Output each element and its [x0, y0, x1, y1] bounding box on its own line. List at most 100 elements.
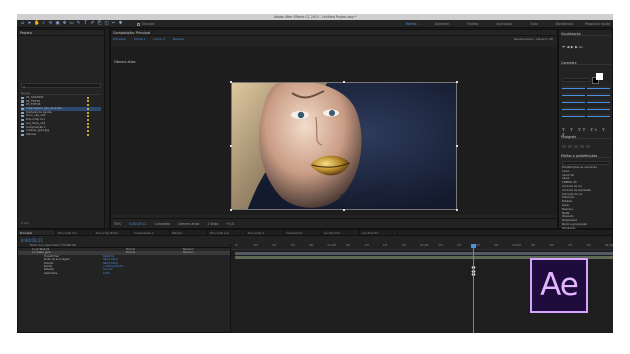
timeline-tab[interactable]: Camada 01 — [284, 230, 322, 235]
rotate-icon[interactable]: ⟲ — [48, 21, 53, 26]
viewer-control[interactable]: Câmera ativa — [178, 222, 199, 226]
baseline-row[interactable] — [562, 114, 610, 118]
align-center-icon[interactable] — [568, 145, 572, 148]
workspace-tab[interactable]: Bibliotecas — [556, 22, 573, 26]
current-time-display[interactable]: 0:00:03:11 — [21, 238, 43, 243]
workspace-tab[interactable]: Tudo — [530, 22, 537, 26]
timeline-tab[interactable]: Retrato — [170, 230, 208, 235]
hand-icon[interactable]: ✋ — [34, 21, 40, 26]
transform-handle-bl[interactable] — [230, 209, 232, 211]
timeline-tab[interactable]: Luz final 01 — [322, 230, 360, 235]
transform-handle-br[interactable] — [456, 209, 458, 211]
label-color-swatch[interactable] — [87, 107, 89, 110]
workspace-tab[interactable]: Animação — [496, 22, 512, 26]
viewer-control[interactable]: 50% — [114, 222, 121, 226]
puppet-icon[interactable]: ✱ — [118, 21, 123, 26]
brush-icon[interactable]: ✐ — [90, 21, 95, 26]
label-color-swatch[interactable] — [87, 133, 89, 136]
portrait-image[interactable] — [231, 82, 457, 210]
preview-control-icon[interactable]: ⏭ — [579, 45, 582, 49]
transform-handle-ml[interactable] — [230, 145, 232, 147]
comp-breadcrumb-item[interactable]: Comp 1 — [134, 37, 146, 41]
timeline-tab[interactable]: Pré-comp Luz — [208, 230, 246, 235]
property-row[interactable]: Opacidade 100% — [18, 272, 230, 275]
viewer-control[interactable]: 0:00:03:11 — [129, 222, 146, 226]
label-color-swatch[interactable] — [87, 122, 89, 125]
scale-row[interactable] — [562, 107, 610, 111]
label-color-swatch[interactable] — [87, 129, 89, 132]
timeline-tab[interactable]: Pré-comp Brilho — [94, 230, 132, 235]
tracking-row[interactable] — [562, 93, 610, 97]
fill-color-swatch[interactable] — [596, 73, 603, 80]
snap-checkbox[interactable] — [137, 22, 140, 26]
time-ruler[interactable]: 0f 05f 10f 15f 20f 01:00f 05f 10f 15f 20f 02:00f 05… — [231, 244, 613, 250]
transform-handle-mr[interactable] — [456, 145, 458, 147]
transform-handle-tr[interactable] — [456, 81, 458, 83]
home-icon[interactable]: ⌂ — [20, 21, 25, 26]
align-left-icon[interactable] — [562, 145, 566, 148]
preview-title[interactable]: Visualização — [561, 32, 611, 36]
zoom-icon[interactable]: ⌕ — [41, 21, 46, 26]
comp-breadcrumb-item[interactable]: Principal — [113, 37, 126, 41]
transform-handle-bm[interactable] — [343, 209, 345, 211]
rectangle-icon[interactable]: ▭ — [69, 21, 74, 26]
selection-icon[interactable]: ➤ — [27, 21, 32, 26]
project-item[interactable]: Sólidos — [21, 133, 101, 137]
label-color-swatch[interactable] — [87, 104, 89, 107]
camera-icon[interactable]: ▣ — [55, 21, 60, 26]
timeline-tab[interactable]: Pré-comp Cor — [56, 230, 94, 235]
composition-panel-title[interactable]: Composição: Principal — [111, 30, 557, 36]
workspace-tab[interactable]: Padrão — [467, 22, 478, 26]
paragraph-title[interactable]: Parágrafo — [561, 135, 611, 139]
label-color-swatch[interactable] — [87, 111, 89, 114]
renderer-label[interactable]: Renderizador: Clássico 3D — [514, 37, 553, 41]
project-panel-title[interactable]: Projeto — [18, 30, 104, 36]
character-title[interactable]: Caractere — [561, 61, 611, 65]
viewer-control[interactable]: Completa — [155, 222, 170, 226]
playhead-line[interactable] — [473, 244, 474, 333]
label-color-swatch[interactable] — [87, 96, 89, 99]
workspace-tab[interactable]: Aprender — [435, 22, 450, 26]
label-color-swatch[interactable] — [87, 115, 89, 118]
clone-icon[interactable]: ⎘ — [97, 21, 102, 26]
type-icon[interactable]: T — [83, 21, 88, 26]
viewer-control[interactable]: +0,0 — [226, 222, 234, 226]
effects-title[interactable]: Efeitos e predefinições — [561, 154, 611, 158]
align-right-icon[interactable] — [574, 145, 578, 148]
preview-control-icon[interactable]: ◀ — [567, 45, 570, 49]
search-help-field[interactable]: Pesquisar ajuda — [585, 22, 610, 26]
label-color-swatch[interactable] — [87, 126, 89, 129]
effects-search-input[interactable] — [562, 161, 610, 165]
justify-all-icon[interactable] — [586, 145, 590, 148]
font-family-select[interactable] — [562, 78, 590, 82]
bit-depth-button[interactable]: 8 bpc — [21, 221, 29, 225]
property-value[interactable]: 100% — [103, 272, 110, 275]
comp-breadcrumb-item[interactable]: Comp 2 — [153, 37, 165, 41]
eraser-icon[interactable]: ◫ — [104, 21, 109, 26]
timeline-tab[interactable]: Pré-comp 2 — [246, 230, 284, 235]
project-search-input[interactable]: ⌕ — [21, 83, 101, 89]
pen-icon[interactable]: ✎ — [76, 21, 81, 26]
roto-icon[interactable]: ✂ — [111, 21, 116, 26]
timeline-tab[interactable]: Principal — [18, 230, 56, 235]
transform-handle-tm[interactable] — [343, 81, 345, 83]
timeline-tab[interactable]: Luz final 02 — [360, 230, 398, 235]
justify-icon[interactable] — [580, 145, 584, 148]
paragraph-align-buttons[interactable] — [562, 145, 590, 148]
pan-behind-icon[interactable]: ✥ — [62, 21, 67, 26]
label-color-swatch[interactable] — [87, 118, 89, 121]
transform-handle-tl[interactable] — [230, 81, 232, 83]
snap-toggle[interactable]: Encaixe — [137, 22, 154, 26]
timeline-tab[interactable]: Composição 1 — [132, 230, 170, 235]
preview-control-icon[interactable]: ▶ — [571, 45, 574, 49]
workspace-tab[interactable]: Padrão — [406, 22, 417, 26]
composition-viewer[interactable]: Câmera ativa — [111, 47, 557, 215]
viewer-control[interactable]: 1 Vista — [207, 222, 218, 226]
comp-breadcrumb-item[interactable]: Retrato — [173, 37, 184, 41]
preview-control-icon[interactable]: ⏮ — [562, 45, 565, 49]
font-size-row[interactable] — [562, 86, 610, 90]
project-column-header[interactable]: Nome — [21, 91, 101, 95]
preview-control-icon[interactable]: ▶ — [575, 45, 578, 49]
label-color-swatch[interactable] — [87, 100, 89, 103]
stroke-width-row[interactable] — [562, 100, 610, 104]
